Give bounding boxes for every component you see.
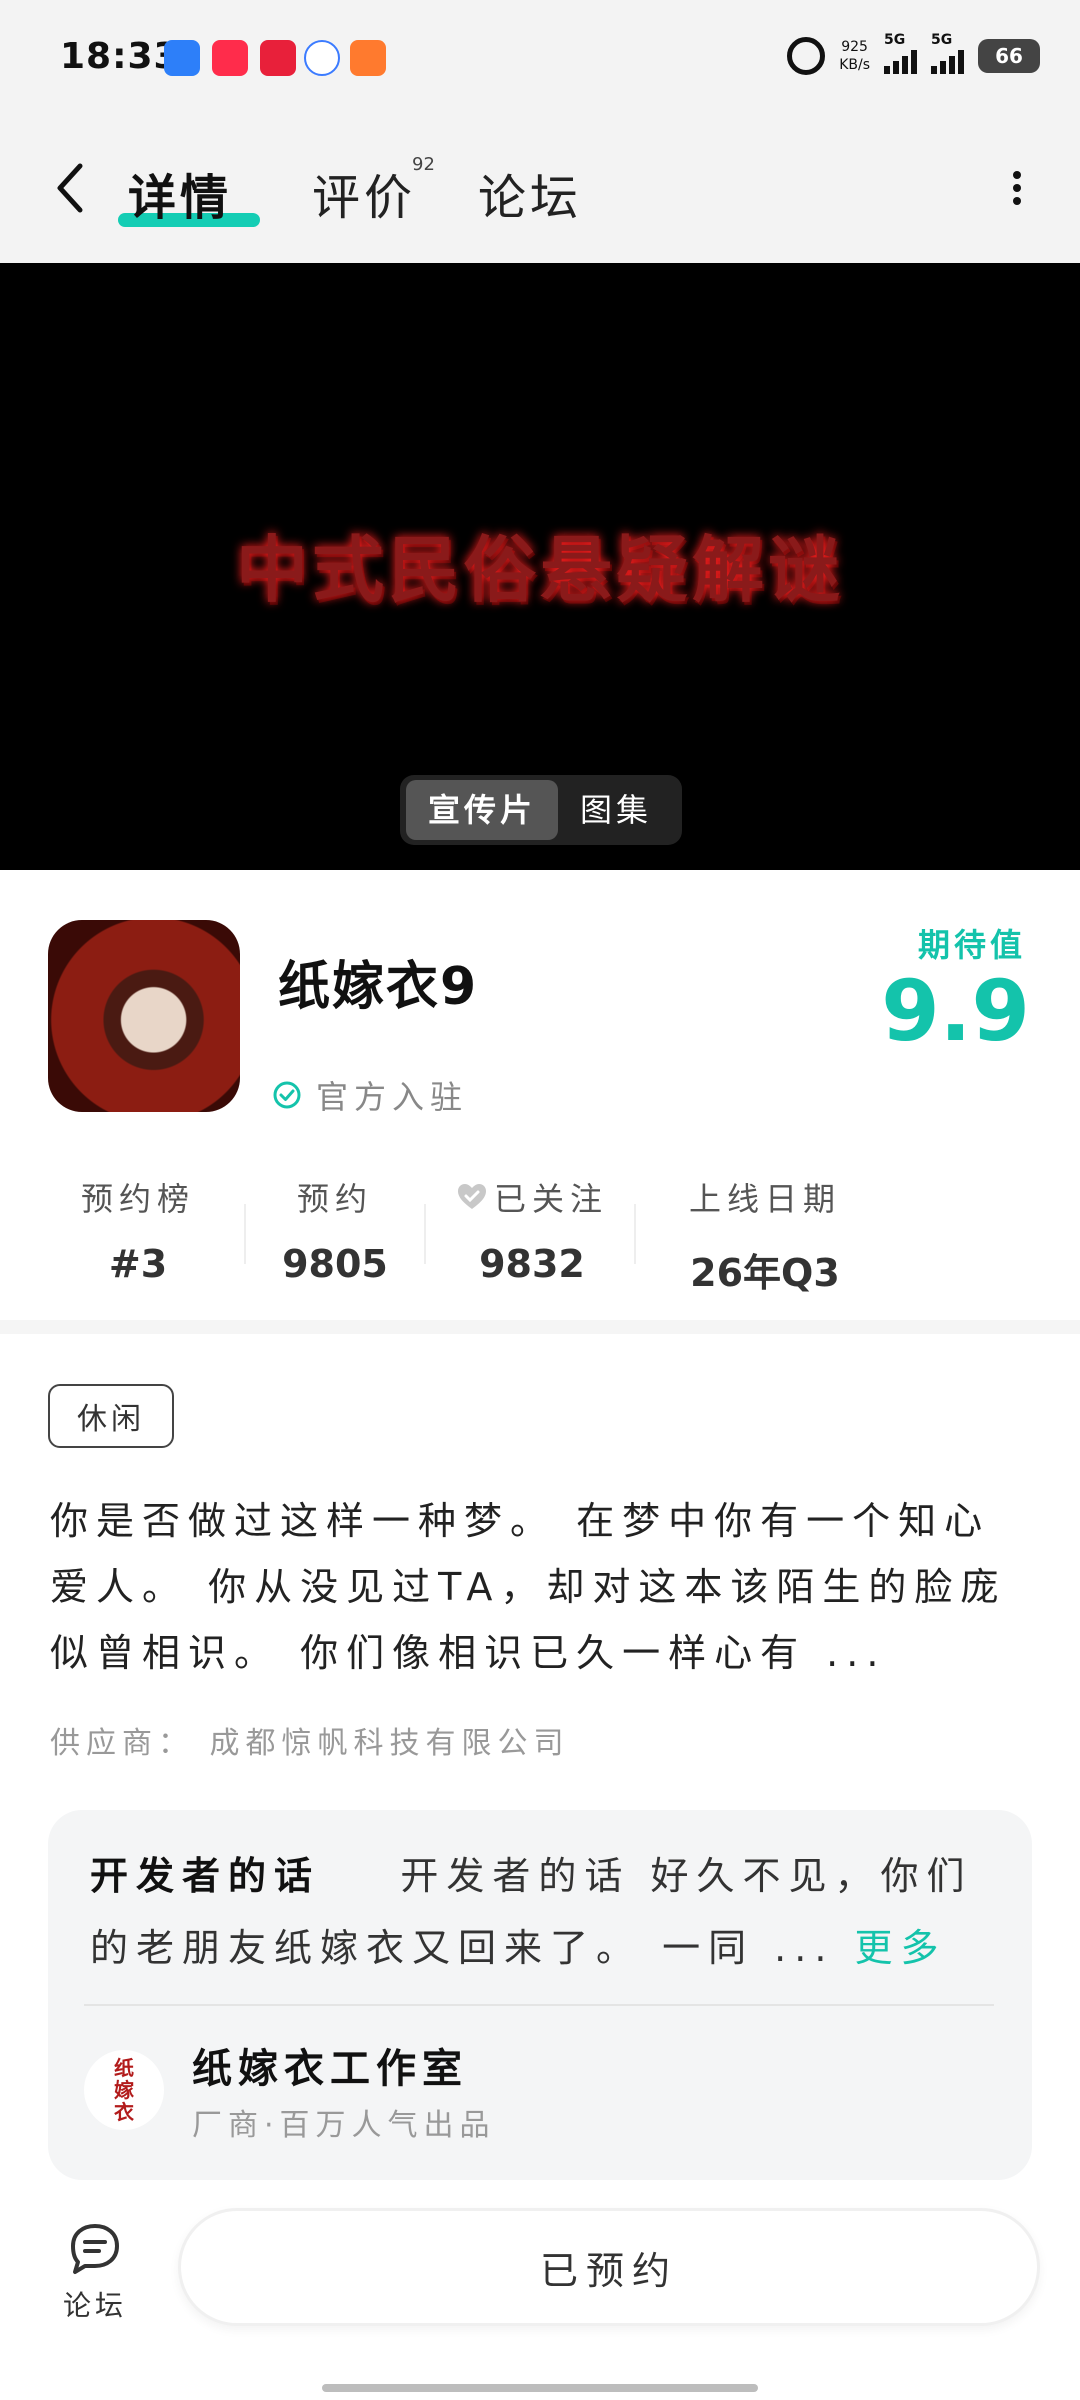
game-description[interactable]: 你是否做过这样一种梦。 在梦中你有一个知心爱人。 你从没见过TA，却对这本该陌生… [50, 1488, 1034, 1686]
heart-icon [457, 1184, 486, 1209]
signal-label-2: 5G [931, 32, 953, 48]
status-bar: 18:33 925 KB/s 5G 5G 66 [0, 0, 1080, 118]
status-time: 18:33 [60, 36, 180, 77]
media-segment-control: 宣传片 图集 [400, 775, 682, 845]
signal-label: 5G [884, 32, 906, 48]
segment-trailer[interactable]: 宣传片 [406, 780, 559, 840]
status-indicators: 925 KB/s 5G 5G 66 [787, 32, 1040, 78]
stat-followed[interactable]: 已关注 9832 [444, 1174, 620, 1286]
genre-tag[interactable]: 休闲 [48, 1384, 174, 1448]
network-speed: 925 KB/s [839, 38, 870, 74]
official-badge: 官方入驻 [272, 1072, 468, 1118]
section-gap [0, 1320, 1080, 1334]
stat-rank-label: 预约榜 [80, 1180, 195, 1218]
stat-followed-label: 已关注 [493, 1180, 608, 1218]
studio-name[interactable]: 纸嫁衣工作室 [192, 2036, 468, 2094]
alarm-icon [787, 37, 826, 75]
promo-video[interactable]: 中式民俗悬疑解谜 宣传片 图集 [0, 263, 1080, 870]
stat-followed-label-wrap: 已关注 [444, 1174, 620, 1220]
developer-more-link[interactable]: 更多 [855, 1926, 947, 1970]
bottom-action-bar: 论坛 已预约 [0, 2190, 1080, 2400]
chat-bubble-icon [71, 2224, 119, 2274]
taobao-icon [350, 40, 386, 76]
expectation-score: 9.9 [881, 962, 1030, 1060]
studio-logo: 纸嫁衣 [84, 2050, 164, 2130]
game-icon [48, 920, 240, 1112]
more-options-icon[interactable] [1002, 166, 1032, 216]
message-app-icon [164, 40, 200, 76]
stat-release-value: 26年Q3 [690, 1251, 840, 1295]
net-speed-unit: KB/s [839, 57, 870, 73]
stat-followed-value: 9832 [479, 1242, 585, 1286]
stat-reservations: 预约 9805 [270, 1174, 400, 1286]
video-title-text: 中式民俗悬疑解谜 [235, 527, 844, 612]
divider [84, 2004, 994, 2006]
stat-rank[interactable]: 预约榜 #3 [68, 1174, 208, 1286]
divider [424, 1204, 426, 1264]
developer-note: 开发者的话 开发者的话 好久不见，你们的老朋友纸嫁衣又回来了。 一同 ... 更… [90, 1840, 1000, 1984]
xiaohongshu-icon [212, 40, 248, 76]
divider [634, 1204, 636, 1264]
signal-icon-2: 5G [931, 32, 964, 74]
tab-details[interactable]: 详情 [128, 158, 232, 228]
stat-release-label: 上线日期 [688, 1180, 841, 1218]
back-arrow-icon[interactable] [48, 158, 98, 218]
top-nav: 详情 评价 92 论坛 [0, 118, 1080, 263]
supplier-info: 供应商： 成都惊帆科技有限公司 [50, 1726, 570, 1761]
forum-button-label: 论坛 [62, 2289, 127, 2322]
battery-icon: 66 [978, 39, 1040, 73]
game-title: 纸嫁衣9 [278, 957, 479, 1017]
expectation-label: 期待值 [917, 926, 1026, 964]
developer-card[interactable]: 开发者的话 开发者的话 好久不见，你们的老朋友纸嫁衣又回来了。 一同 ... 更… [48, 1810, 1032, 2180]
reserved-button[interactable]: 已预约 [178, 2208, 1040, 2326]
studio-logo-text: 纸嫁衣 [114, 2056, 134, 2124]
tab-forum[interactable]: 论坛 [478, 158, 582, 228]
official-label: 官方入驻 [316, 1078, 469, 1116]
stat-reservations-label: 预约 [296, 1180, 373, 1218]
stat-release-date: 上线日期 26年Q3 [680, 1174, 850, 1297]
home-indicator[interactable] [322, 2384, 758, 2392]
stats-row: 预约榜 #3 预约 9805 已关注 9832 上线日期 26年Q3 [0, 1174, 1080, 1297]
verified-check-icon [273, 1081, 301, 1109]
reviews-count-badge: 92 [412, 154, 435, 175]
stat-rank-value: #3 [108, 1242, 168, 1286]
forum-button[interactable]: 论坛 [50, 2220, 140, 2324]
segment-gallery[interactable]: 图集 [558, 780, 674, 840]
signal-icon: 5G [884, 32, 917, 74]
app-notification-icon [260, 40, 296, 76]
stat-reservations-value: 9805 [282, 1242, 388, 1286]
studio-subtitle: 厂商·百万人气出品 [192, 2108, 496, 2143]
tab-reviews[interactable]: 评价 [312, 158, 416, 228]
developer-note-heading: 开发者的话 [90, 1854, 321, 1898]
divider [244, 1204, 246, 1264]
browser-icon [304, 40, 340, 76]
net-speed-value: 925 [841, 39, 868, 55]
developer-note-spacer [340, 1854, 380, 1898]
